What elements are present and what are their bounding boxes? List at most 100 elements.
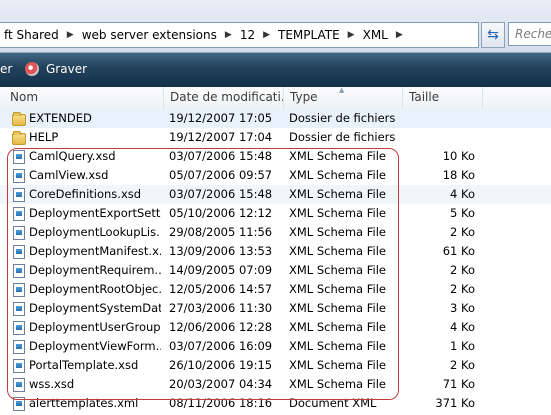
- column-header-size[interactable]: Taille: [403, 87, 483, 109]
- folder-icon: [12, 131, 26, 145]
- file-size: 4 Ko: [450, 187, 475, 201]
- file-date: 19/12/2007 17:05: [169, 111, 273, 125]
- xml-file-icon: [13, 321, 25, 335]
- file-type: XML Schema File: [289, 168, 386, 182]
- file-date: 12/05/2006 14:57: [169, 282, 273, 296]
- file-row[interactable]: DeploymentExportSetti... 05/10/2006 12:12…: [0, 204, 551, 223]
- file-type: XML Schema File: [289, 206, 386, 220]
- xml-file-icon: [13, 169, 25, 183]
- file-row[interactable]: CoreDefinitions.xsd 03/07/2006 15:48 XML S…: [0, 185, 551, 204]
- file-type: XML Schema File: [289, 225, 386, 239]
- breadcrumb-chevron-icon[interactable]: ▶: [259, 30, 274, 40]
- file-type: XML Schema File: [289, 320, 386, 334]
- file-date: 26/10/2006 19:15: [169, 358, 273, 372]
- file-name: DeploymentRootObjec...: [29, 282, 161, 296]
- breadcrumb-xml[interactable]: XML: [359, 28, 392, 42]
- file-row[interactable]: PortalTemplate.xsd 26/10/2006 19:15 XML Sc…: [0, 356, 551, 375]
- file-date: 05/10/2006 12:12: [169, 206, 273, 220]
- column-header-date[interactable]: Date de modificati...: [164, 87, 284, 109]
- xml-file-icon: [13, 378, 25, 392]
- xml-file-icon: [13, 302, 25, 316]
- refresh-button[interactable]: ⇆: [481, 22, 505, 48]
- folder-icon: [12, 112, 26, 126]
- breadcrumb-12[interactable]: 12: [236, 28, 259, 42]
- folder-row[interactable]: HELP 19/12/2007 17:04 Dossier de fichiers: [0, 128, 551, 147]
- file-row[interactable]: DeploymentViewForm... 03/07/2006 16:09 XML…: [0, 337, 551, 356]
- file-row[interactable]: DeploymentSystemDat... 27/03/2006 11:30 XM…: [0, 299, 551, 318]
- file-size: 1 Ko: [450, 339, 475, 353]
- file-type: Dossier de fichiers: [289, 130, 396, 144]
- file-row[interactable]: DeploymentLookupLis... 29/08/2005 11:56 XM…: [0, 223, 551, 242]
- xml-file-icon: [13, 207, 25, 221]
- file-date: 03/07/2006 15:48: [169, 149, 273, 163]
- breadcrumb-template[interactable]: TEMPLATE: [274, 28, 344, 42]
- file-name: DeploymentRequirem...: [29, 263, 161, 277]
- refresh-icon: ⇆: [487, 27, 499, 43]
- folder-row[interactable]: EXTENDED 19/12/2007 17:05 Dossier de fichi…: [0, 109, 551, 128]
- file-date: 19/12/2007 17:04: [169, 130, 273, 144]
- sort-arrow-icon: ▲: [339, 86, 345, 94]
- file-name: DeploymentSystemDat...: [29, 301, 161, 315]
- burn-disc-icon[interactable]: [25, 62, 39, 76]
- file-date: 03/07/2006 16:09: [169, 339, 273, 353]
- file-name: HELP: [29, 130, 59, 144]
- file-size: 61 Ko: [442, 244, 475, 258]
- xml-file-icon: [13, 188, 25, 202]
- file-row[interactable]: CamlQuery.xsd 03/07/2006 15:48 XML Schema …: [0, 147, 551, 166]
- file-size: 4 Ko: [450, 320, 475, 334]
- address-breadcrumb-bar[interactable]: ft Shared ▶ web server extensions ▶ 12 ▶…: [0, 22, 479, 48]
- breadcrumb-web-server-extensions[interactable]: web server extensions: [78, 28, 221, 42]
- file-name: alerttemplates.xml: [29, 396, 139, 410]
- breadcrumb-chevron-icon[interactable]: ▶: [392, 30, 407, 40]
- file-row[interactable]: CamlView.xsd 05/07/2006 09:57 XML Schema F…: [0, 166, 551, 185]
- file-row[interactable]: DeploymentRootObjec... 12/05/2006 14:57 XM…: [0, 280, 551, 299]
- xml-file-icon: [13, 340, 25, 354]
- file-date: 20/03/2007 04:34: [169, 377, 273, 391]
- file-size: 2 Ko: [450, 282, 475, 296]
- file-size: 2 Ko: [450, 225, 475, 239]
- column-headers: Nom Date de modificati... Type ▲ Taille: [0, 86, 551, 110]
- file-type: Document XML: [289, 396, 377, 410]
- file-size: 3 Ko: [450, 301, 475, 315]
- column-header-name[interactable]: Nom: [0, 87, 164, 109]
- file-date: 29/08/2005 11:56: [169, 225, 273, 239]
- file-size: 2 Ko: [450, 358, 475, 372]
- file-name: DeploymentLookupLis...: [29, 225, 161, 239]
- command-button-left[interactable]: er: [0, 62, 12, 76]
- xml-file-icon: [13, 150, 25, 164]
- file-size: 18 Ko: [442, 168, 475, 182]
- file-date: 27/03/2006 11:30: [169, 301, 273, 315]
- file-name: DeploymentUserGroup...: [29, 320, 161, 334]
- breadcrumb-chevron-icon[interactable]: ▶: [63, 30, 78, 40]
- file-type: XML Schema File: [289, 149, 386, 163]
- file-name: CamlView.xsd: [29, 168, 109, 182]
- breadcrumb-chevron-icon[interactable]: ▶: [221, 30, 236, 40]
- xml-file-icon: [13, 397, 25, 411]
- command-bar: er Graver: [0, 53, 551, 87]
- file-type: XML Schema File: [289, 244, 386, 258]
- file-row[interactable]: DeploymentRequirem... 14/09/2005 07:09 XML…: [0, 261, 551, 280]
- file-size: 71 Ko: [442, 377, 475, 391]
- file-type: XML Schema File: [289, 358, 386, 372]
- burn-button[interactable]: Graver: [46, 62, 87, 76]
- file-name: PortalTemplate.xsd: [29, 358, 139, 372]
- breadcrumb-chevron-icon[interactable]: ▶: [344, 30, 359, 40]
- file-size: 5 Ko: [450, 206, 475, 220]
- file-date: 14/09/2005 07:09: [169, 263, 273, 277]
- xml-file-icon: [13, 264, 25, 278]
- file-row[interactable]: wss.xsd 20/03/2007 04:34 XML Schema File 71…: [0, 375, 551, 394]
- file-type: Dossier de fichiers: [289, 111, 396, 125]
- file-type: XML Schema File: [289, 377, 386, 391]
- file-date: 05/07/2006 09:57: [169, 168, 273, 182]
- file-size: 2 Ko: [450, 263, 475, 277]
- file-row[interactable]: alerttemplates.xml 08/11/2006 18:16 Docume…: [0, 394, 551, 413]
- file-date: 08/11/2006 18:16: [169, 396, 273, 410]
- breadcrumb-shared[interactable]: ft Shared: [0, 28, 63, 42]
- file-row[interactable]: DeploymentUserGroup... 12/06/2006 12:28 XM…: [0, 318, 551, 337]
- address-bar-area: ft Shared ▶ web server extensions ▶ 12 ▶…: [0, 0, 551, 53]
- file-type: XML Schema File: [289, 282, 386, 296]
- file-list: EXTENDED 19/12/2007 17:05 Dossier de fichi…: [0, 109, 551, 413]
- search-input[interactable]: Recher: [508, 22, 551, 46]
- file-name: DeploymentViewForm...: [29, 339, 161, 353]
- file-row[interactable]: DeploymentManifest.x... 13/09/2006 13:53 X…: [0, 242, 551, 261]
